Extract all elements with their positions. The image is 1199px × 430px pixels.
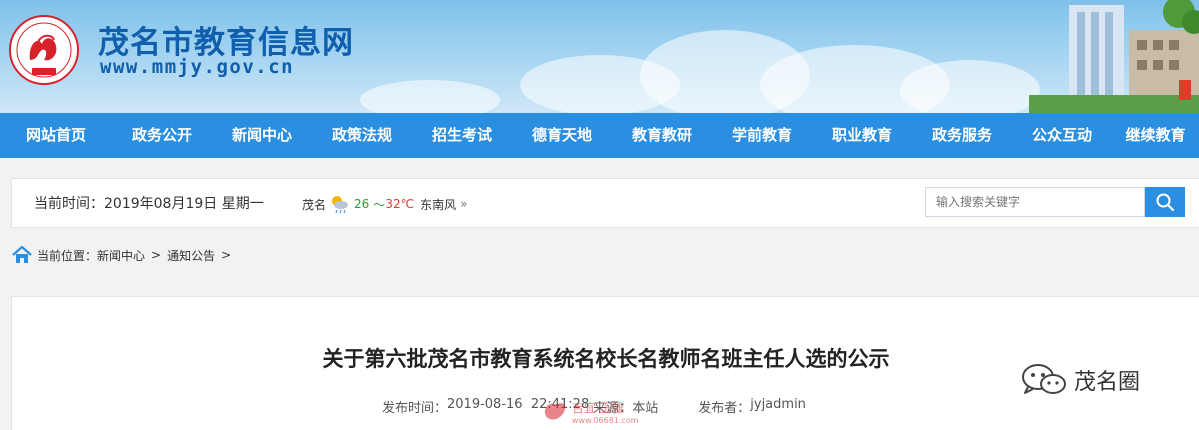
watermark-sub: www.06681.com	[572, 416, 639, 425]
breadcrumb-item-notices[interactable]: 通知公告	[167, 247, 215, 264]
partly-cloudy-rain-icon	[332, 196, 349, 214]
search-input[interactable]	[925, 187, 1145, 217]
main-nav: 网站首页 政务公开 新闻中心 政策法规 招生考试 德育天地 教育教研 学前教育 …	[0, 113, 1199, 158]
nav-item-policy[interactable]: 政策法规	[312, 113, 412, 158]
nav-item-preschool[interactable]: 学前教育	[712, 113, 812, 158]
breadcrumb-separator: >	[151, 248, 162, 262]
nav-item-moral[interactable]: 德育天地	[512, 113, 612, 158]
nav-item-interaction[interactable]: 公众互动	[1012, 113, 1112, 158]
weather-widget[interactable]: 茂名 26 ～ 32℃ 东南风 »	[302, 194, 467, 214]
nav-item-services[interactable]: 政务服务	[912, 113, 1012, 158]
nav-item-government[interactable]: 政务公开	[112, 113, 212, 158]
cloud-decoration	[900, 60, 1040, 113]
building-image	[1029, 0, 1199, 113]
current-datetime: 当前时间：2019年08月19日 星期一	[34, 196, 264, 212]
wechat-account-overlay: 茂名圈	[1020, 362, 1140, 398]
watermark-text: 吉宜·玉雕	[572, 400, 624, 415]
info-bar: 当前时间：2019年08月19日 星期一 茂名 26 ～ 32℃ 东南风 »	[11, 178, 1199, 228]
search-button[interactable]	[1145, 187, 1185, 217]
home-icon	[12, 245, 32, 263]
weather-sep: ～	[373, 197, 386, 212]
breadcrumb-prefix: 当前位置：	[37, 248, 98, 263]
wechat-icon	[1022, 364, 1066, 394]
nav-item-research[interactable]: 教育教研	[612, 113, 712, 158]
weather-wind: 东南风	[420, 197, 457, 212]
breadcrumb-item-news[interactable]: 新闻中心	[97, 247, 145, 264]
author-label: 发布者：	[698, 401, 751, 416]
weather-more-icon[interactable]: »	[460, 197, 467, 211]
wechat-account-name: 茂名圈	[1074, 370, 1141, 395]
weather-city: 茂名	[302, 197, 327, 212]
nav-item-continuing[interactable]: 继续教育	[1112, 113, 1199, 158]
site-header: 茂名市教育信息网 www.mmjy.gov.cn	[0, 0, 1199, 113]
weather-low: 26	[354, 197, 370, 211]
author-value: jyjadmin	[750, 397, 806, 412]
nav-item-news[interactable]: 新闻中心	[212, 113, 312, 158]
weather-high: 32℃	[385, 197, 415, 211]
nav-item-home[interactable]: 网站首页	[0, 113, 112, 158]
search-icon	[1156, 193, 1175, 212]
site-logo	[9, 15, 79, 85]
breadcrumb-separator: >	[221, 248, 232, 262]
nav-item-vocational[interactable]: 职业教育	[812, 113, 912, 158]
watermark-logo: 吉宜·玉雕 www.06681.com	[544, 400, 639, 425]
site-url: www.mmjy.gov.cn	[100, 56, 295, 78]
cloud-decoration	[360, 80, 500, 113]
breadcrumb: 当前位置： 新闻中心 > 通知公告 >	[11, 243, 237, 267]
nav-item-admission[interactable]: 招生考试	[412, 113, 512, 158]
publish-label: 发布时间：	[382, 401, 448, 416]
